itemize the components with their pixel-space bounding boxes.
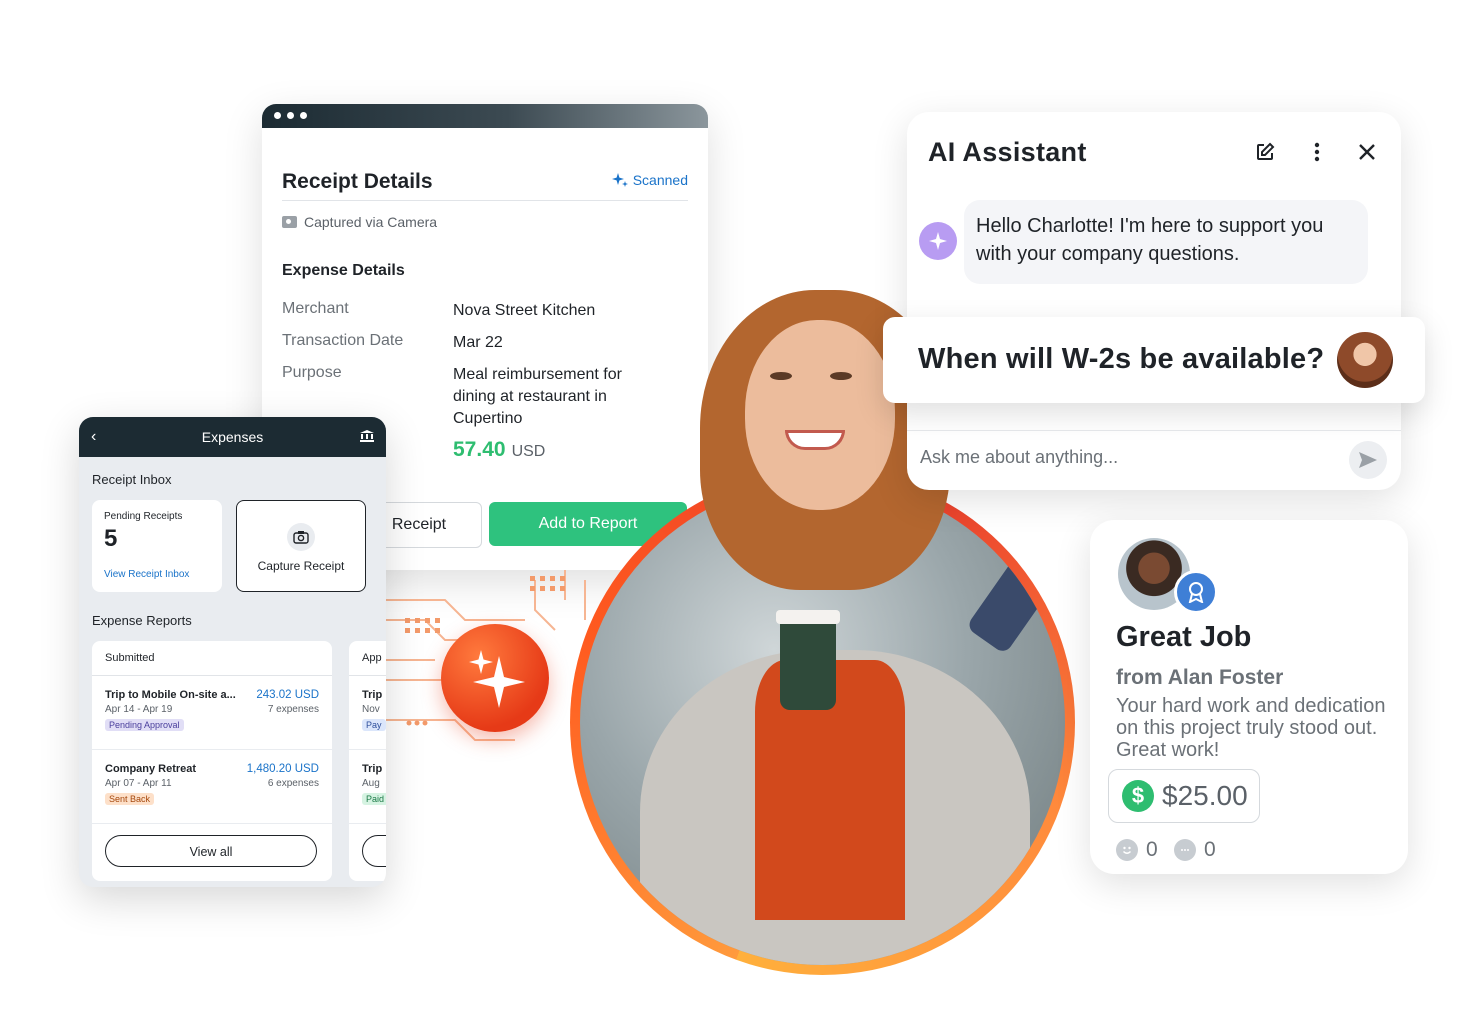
purpose-value: Meal reimbursement for dining at restaur…: [453, 366, 622, 427]
user-avatar: [1337, 332, 1393, 388]
app-title: Expenses: [201, 429, 264, 445]
merchant-row: Merchant Nova Street Kitchen: [282, 300, 688, 322]
report-row[interactable]: Trip Aug Paid: [362, 763, 386, 807]
phone-in-hand: [965, 545, 1063, 655]
award-badge-icon: [1174, 570, 1218, 614]
capture-receipt-label: Capture Receipt: [257, 559, 345, 573]
recognition-title: Great Job: [1116, 621, 1252, 653]
report-row[interactable]: Trip to Mobile On-site a... 243.02 USD A…: [105, 689, 319, 733]
camera-icon: [282, 216, 297, 228]
recognition-card: Great Job from Alan Foster Your hard wor…: [1090, 520, 1408, 874]
capture-receipt-button[interactable]: Capture Receipt: [236, 500, 366, 592]
report-title: Company Retreat: [105, 763, 197, 775]
approved-header: App: [349, 641, 386, 676]
report-count: 6 expenses: [267, 778, 319, 789]
date-label: Transaction Date: [282, 332, 404, 349]
camera-icon: [287, 523, 315, 551]
divider: [92, 749, 332, 750]
report-title: Trip: [362, 763, 383, 775]
status-badge: Pay: [362, 719, 386, 731]
reward-value: $25.00: [1162, 780, 1248, 811]
capture-source: Captured via Camera: [282, 214, 437, 230]
ai-sparkle-badge: [441, 624, 549, 732]
recognition-message: Your hard work and dedication on this pr…: [1116, 695, 1386, 761]
date-value: Mar 22: [453, 334, 503, 351]
view-all-button[interactable]: View all: [105, 835, 317, 867]
window-titlebar: [262, 104, 708, 128]
report-row[interactable]: Trip Nov Pay: [362, 689, 386, 733]
status-badge: Paid: [362, 793, 386, 805]
merchant-value: Nova Street Kitchen: [453, 302, 596, 319]
approved-reports-panel: App Trip Nov Pay Trip Aug Paid: [349, 641, 386, 881]
scanned-badge: Scanned: [611, 172, 688, 188]
status-badge: Pending Approval: [105, 719, 184, 731]
reactions-button[interactable]: 0: [1116, 838, 1158, 862]
pending-receipts-card[interactable]: Pending Receipts 5 View Receipt Inbox: [92, 500, 222, 592]
bank-icon[interactable]: [360, 430, 374, 442]
report-dates: Apr 14 - Apr 19: [105, 704, 173, 715]
reward-amount: $ $25.00: [1108, 769, 1260, 823]
reaction-count: 0: [1146, 838, 1158, 861]
more-vertical-icon[interactable]: [1305, 140, 1329, 164]
assistant-avatar: [919, 222, 957, 260]
report-dates: Nov: [362, 704, 380, 715]
view-all-button[interactable]: [362, 835, 386, 867]
sparkle-icon: [611, 173, 628, 187]
report-dates: Apr 07 - Apr 11: [105, 778, 172, 789]
recognition-sender: from Alan Foster: [1116, 666, 1284, 689]
comment-count: 0: [1204, 838, 1216, 861]
sparkle-icon: [929, 232, 947, 250]
send-icon: [1359, 452, 1377, 468]
pending-label: Pending Receipts: [104, 511, 183, 522]
submitted-reports-panel: Submitted Trip to Mobile On-site a... 24…: [92, 641, 332, 881]
assistant-title: AI Assistant: [928, 137, 1087, 167]
comment-icon: [1174, 839, 1196, 861]
merchant-label: Merchant: [282, 300, 349, 317]
coffee-cup: [776, 610, 840, 710]
report-row[interactable]: Company Retreat 1,480.20 USD Apr 07 - Ap…: [105, 763, 319, 807]
status-badge: Sent Back: [105, 793, 155, 805]
scanned-label: Scanned: [632, 172, 688, 188]
divider: [349, 749, 386, 750]
report-amount: 1,480.20 USD: [246, 763, 319, 775]
ai-assistant-panel: AI Assistant Hello Charlotte! I'm here t…: [907, 112, 1401, 490]
assistant-message: Hello Charlotte! I'm here to support you…: [964, 200, 1368, 284]
date-row: Transaction Date Mar 22: [282, 332, 688, 354]
comments-button[interactable]: 0: [1174, 838, 1216, 862]
amount-value: 57.40: [453, 438, 506, 461]
send-button[interactable]: [1349, 441, 1387, 479]
chat-input[interactable]: [920, 447, 1320, 468]
window-dots: [274, 112, 307, 119]
close-icon[interactable]: [1355, 140, 1379, 164]
capture-source-label: Captured via Camera: [304, 214, 438, 230]
compose-icon[interactable]: [1253, 140, 1277, 164]
user-question: When will W-2s be available?: [918, 343, 1325, 375]
divider: [349, 823, 386, 824]
receipt-title: Receipt Details: [282, 170, 433, 193]
user-question-bubble: When will W-2s be available?: [883, 317, 1425, 403]
amount-currency: USD: [511, 443, 546, 460]
expense-reports-heading: Expense Reports: [92, 613, 192, 628]
report-title: Trip to Mobile On-site a...: [105, 689, 236, 701]
report-amount: 243.02 USD: [256, 689, 319, 701]
report-title: Trip: [362, 689, 383, 701]
divider: [92, 823, 332, 824]
pending-count: 5: [104, 525, 118, 552]
divider: [282, 200, 688, 201]
expense-details-heading: Expense Details: [282, 262, 405, 279]
view-receipt-inbox-link[interactable]: View Receipt Inbox: [104, 569, 189, 580]
smiley-icon: [1116, 839, 1138, 861]
app-header: ‹ Expenses: [79, 417, 386, 457]
sparkle-icon: [469, 650, 525, 708]
report-dates: Aug: [362, 778, 380, 789]
dollar-icon: $: [1122, 780, 1154, 812]
receipt-amount: 57.40 USD: [453, 438, 545, 462]
report-count: 7 expenses: [267, 704, 319, 715]
chat-input-bar: [907, 430, 1401, 490]
receipt-inbox-heading: Receipt Inbox: [92, 472, 172, 487]
expenses-mobile-app: ‹ Expenses Receipt Inbox Pending Receipt…: [79, 417, 386, 887]
submitted-header: Submitted: [92, 641, 332, 676]
